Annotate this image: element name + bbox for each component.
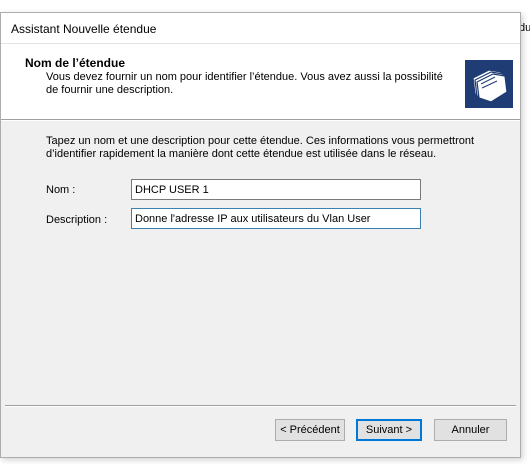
wizard-header: Nom de l’étendue Vous devez fournir un n… bbox=[1, 43, 520, 119]
title-bar[interactable]: Assistant Nouvelle étendue bbox=[1, 13, 520, 43]
footer-divider bbox=[5, 405, 516, 407]
cancel-button[interactable]: Annuler bbox=[434, 419, 507, 441]
name-input[interactable] bbox=[131, 179, 421, 200]
wizard-dialog: Assistant Nouvelle étendue Nom de l’éten… bbox=[0, 12, 521, 458]
name-label: Nom : bbox=[46, 184, 76, 196]
page-description: Vous devez fournir un nom pour identifie… bbox=[46, 71, 443, 96]
intro-text: Tapez un nom et une description pour cet… bbox=[46, 135, 475, 160]
page-title: Nom de l’étendue bbox=[25, 56, 126, 70]
header-divider bbox=[1, 119, 520, 121]
window-title: Assistant Nouvelle étendue bbox=[11, 22, 157, 36]
description-input[interactable] bbox=[131, 208, 421, 229]
description-label: Description : bbox=[46, 214, 108, 226]
next-button[interactable]: Suivant > bbox=[356, 419, 422, 441]
previous-button[interactable]: < Précédent bbox=[275, 419, 345, 441]
folders-icon bbox=[465, 60, 513, 108]
